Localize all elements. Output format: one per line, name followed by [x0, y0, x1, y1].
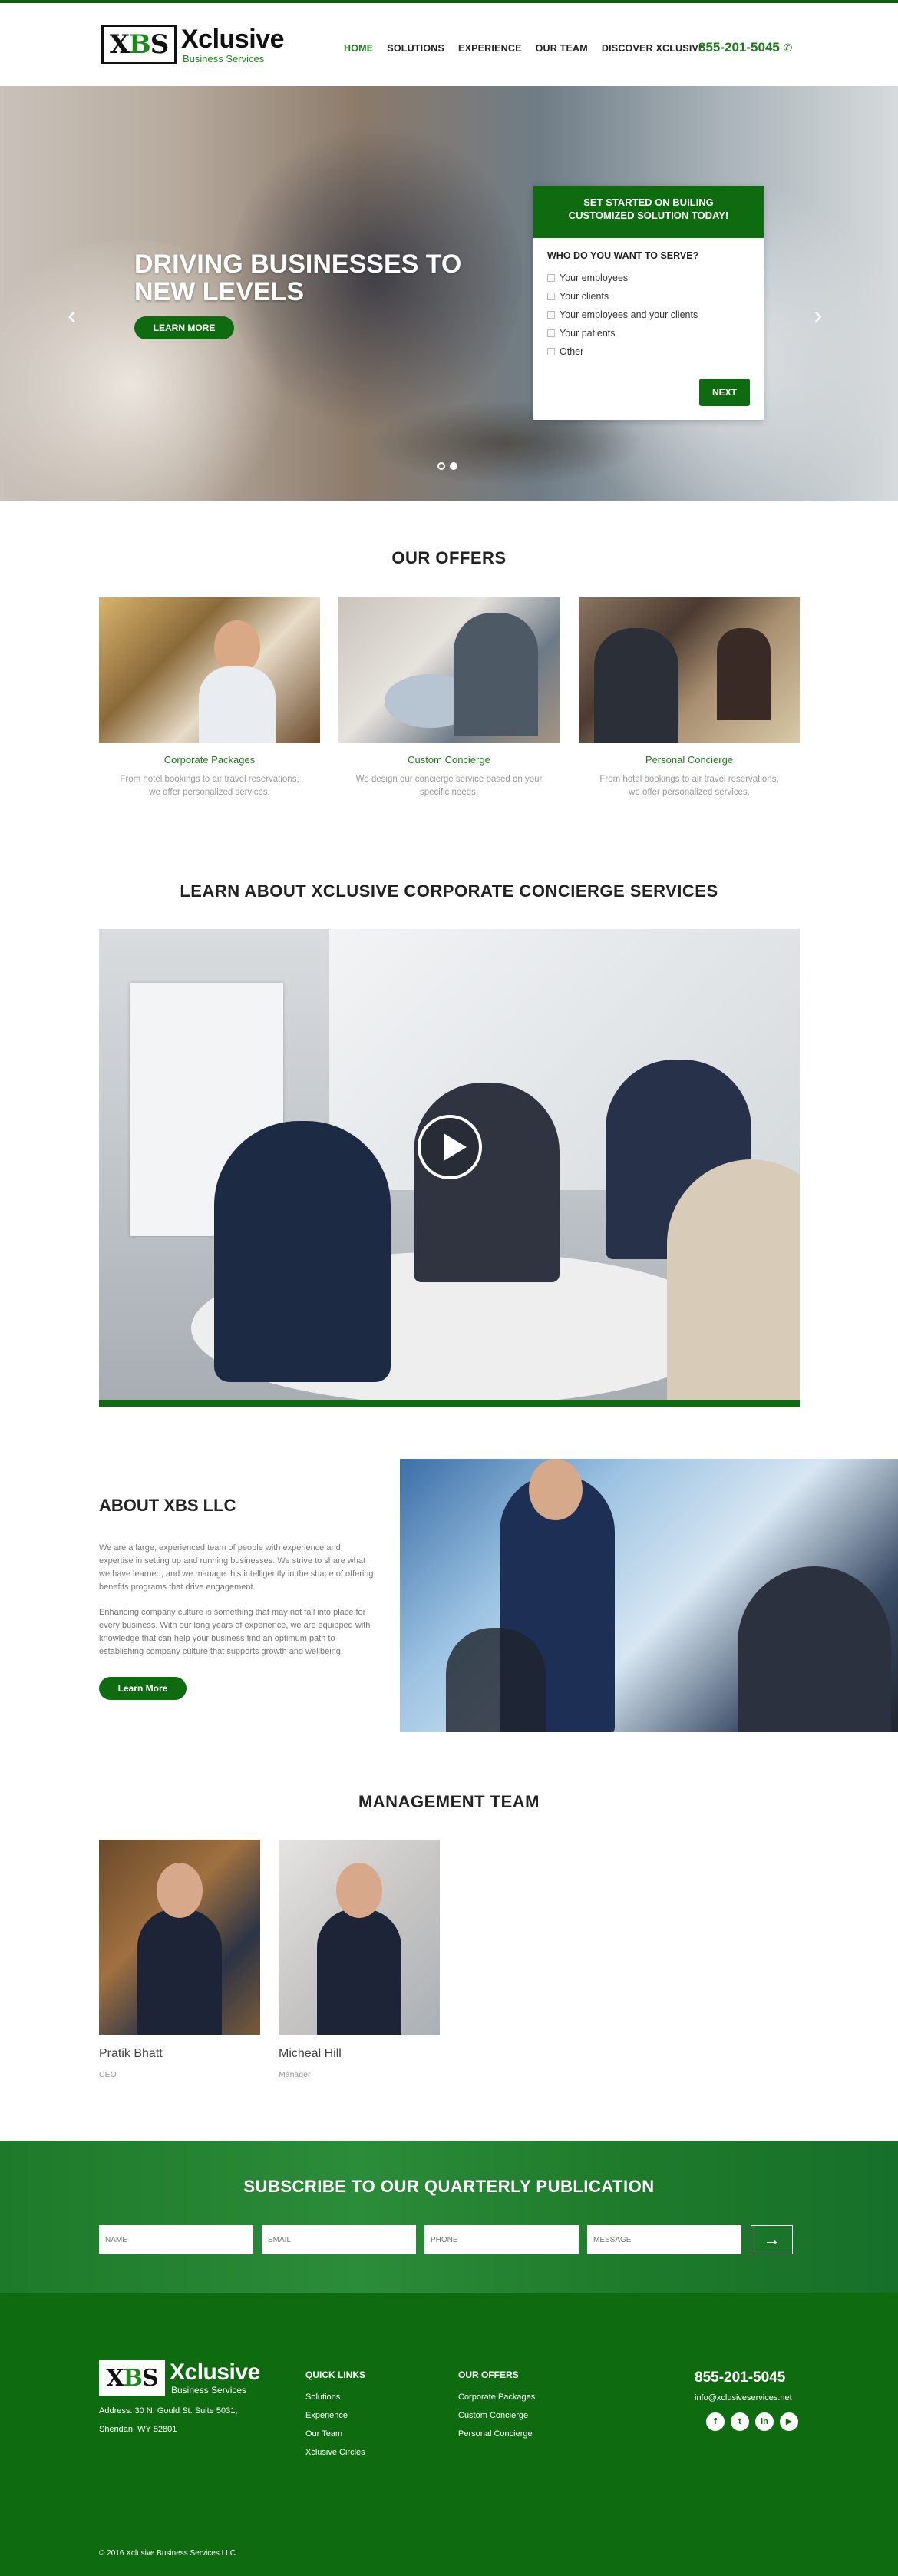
site-logo[interactable]: XBS Xclusive Business Services — [101, 25, 284, 64]
checkbox[interactable] — [547, 311, 555, 319]
footer-quick-links-title: QUICK LINKS — [305, 2369, 365, 2380]
subscribe-message-input[interactable] — [587, 2225, 741, 2254]
offer-title: Custom Concierge — [408, 754, 490, 766]
team-member-card[interactable]: Micheal Hill Manager — [279, 1840, 440, 2079]
arrow-right-icon[interactable]: → — [751, 2225, 793, 2254]
slider-dot[interactable] — [437, 462, 445, 470]
checkbox[interactable] — [547, 348, 555, 355]
option-employees[interactable]: Your employees — [533, 269, 764, 287]
site-header: XBS Xclusive Business Services HOME SOLU… — [0, 0, 898, 86]
offer-image — [579, 597, 800, 743]
site-footer: XBS Xclusive Business Services Address: … — [0, 2293, 898, 2576]
footer-phone[interactable]: 855-201-5045 — [695, 2369, 785, 2386]
team-member-name: Micheal Hill — [279, 2047, 342, 2060]
option-patients[interactable]: Your patients — [533, 324, 764, 342]
logo-tagline: Business Services — [183, 52, 265, 64]
subscribe-name-input[interactable] — [99, 2225, 253, 2254]
team-member-photo — [99, 1840, 260, 2035]
team-member-name: Pratik Bhatt — [99, 2047, 163, 2060]
footer-link-experience[interactable]: Experience — [305, 2409, 365, 2422]
facebook-icon[interactable]: f — [706, 2412, 725, 2431]
form-heading: SET STARTED ON BUILING CUSTOMIZED SOLUTI… — [533, 186, 764, 238]
video-player[interactable] — [99, 929, 800, 1407]
offer-image — [99, 597, 320, 743]
subscribe-title: SUBSCRIBE TO OUR QUARTERLY PUBLICATION — [243, 2177, 655, 2196]
team-title: MANAGEMENT TEAM — [358, 1792, 540, 1811]
footer-link-xclusive-circles[interactable]: Xclusive Circles — [305, 2446, 365, 2459]
logo-mark: XBS — [101, 25, 177, 64]
header-phone[interactable]: 855-201-5045 ✆ — [698, 40, 792, 55]
video-section-title: LEARN ABOUT XCLUSIVE CORPORATE CONCIERGE… — [180, 881, 718, 901]
about-title: ABOUT XBS LLC — [99, 1496, 236, 1515]
offer-image — [338, 597, 560, 743]
offer-desc: From hotel bookings to air travel reserv… — [120, 775, 299, 798]
footer-logo-name: Xclusive — [170, 2359, 260, 2385]
footer-quick-links: QUICK LINKS Solutions Experience Our Tea… — [305, 2369, 365, 2465]
linkedin-icon[interactable]: in — [755, 2412, 774, 2431]
footer-offers: OUR OFFERS Corporate Packages Custom Con… — [458, 2369, 535, 2446]
footer-link-corporate-packages[interactable]: Corporate Packages — [458, 2391, 535, 2404]
offer-title: Corporate Packages — [163, 754, 256, 766]
footer-address: Address: 30 N. Gould St. Suite 5031, She… — [99, 2406, 238, 2435]
phone-icon: ✆ — [783, 41, 793, 54]
form-next-button[interactable]: NEXT — [699, 379, 750, 406]
subscribe-email-input[interactable] — [262, 2225, 416, 2254]
footer-offers-title: OUR OFFERS — [458, 2369, 519, 2380]
hero-title: DRIVING BUSINESSES TO NEW LEVELS — [134, 250, 462, 306]
serve-form-card: SET STARTED ON BUILING CUSTOMIZED SOLUTI… — [533, 186, 764, 420]
team-member-photo — [279, 1840, 440, 2035]
footer-link-our-team[interactable]: Our Team — [305, 2428, 365, 2441]
checkbox[interactable] — [547, 329, 555, 337]
play-icon[interactable] — [418, 1115, 482, 1179]
team-member-role: Manager — [279, 2070, 311, 2079]
nav-experience[interactable]: EXPERIENCE — [458, 43, 522, 54]
social-links: f t in ▶ — [706, 2412, 798, 2431]
offer-title: Personal Concierge — [645, 754, 734, 766]
chevron-right-icon[interactable]: › — [814, 301, 822, 331]
offer-card-custom[interactable]: Custom Concierge We design our concierge… — [338, 597, 560, 800]
footer-logo-tagline: Business Services — [171, 2385, 247, 2396]
twitter-icon[interactable]: t — [731, 2412, 749, 2431]
hero-learn-more-button[interactable]: LEARN MORE — [134, 316, 234, 339]
slider-dots — [437, 462, 457, 470]
nav-our-team[interactable]: OUR TEAM — [536, 43, 588, 54]
option-clients[interactable]: Your clients — [533, 287, 764, 306]
nav-solutions[interactable]: SOLUTIONS — [387, 43, 444, 54]
option-employees-and-clients[interactable]: Your employees and your clients — [533, 306, 764, 324]
main-nav: HOME SOLUTIONS EXPERIENCE OUR TEAM DISCO… — [344, 43, 705, 54]
about-learn-more-button[interactable]: Learn More — [99, 1677, 187, 1700]
chevron-left-icon[interactable]: ‹ — [68, 301, 76, 331]
footer-logo-mark: XBS — [99, 2360, 165, 2396]
footer-logo[interactable]: XBS Xclusive Business Services — [99, 2360, 260, 2396]
offer-desc: From hotel bookings to air travel reserv… — [599, 775, 779, 798]
about-image — [400, 1459, 898, 1732]
team-member-card[interactable]: Pratik Bhatt CEO — [99, 1840, 260, 2079]
about-paragraph-2: Enhancing company culture is something t… — [99, 1608, 371, 1657]
checkbox[interactable] — [547, 274, 555, 282]
footer-email[interactable]: info@xclusiveservices.net — [695, 2393, 792, 2402]
offers-title: OUR OFFERS — [391, 548, 507, 567]
slider-dot-active[interactable] — [450, 462, 457, 470]
offer-card-corporate[interactable]: Corporate Packages From hotel bookings t… — [99, 597, 320, 800]
subscribe-phone-input[interactable] — [424, 2225, 579, 2254]
footer-link-personal-concierge[interactable]: Personal Concierge — [458, 2428, 535, 2441]
option-other[interactable]: Other — [533, 342, 764, 361]
team-member-role: CEO — [99, 2070, 117, 2079]
logo-name: Xclusive — [181, 24, 284, 54]
checkbox[interactable] — [547, 293, 555, 300]
hero-slider: DRIVING BUSINESSES TO NEW LEVELS LEARN M… — [0, 86, 898, 501]
header-phone-number: 855-201-5045 — [698, 40, 780, 55]
nav-home[interactable]: HOME — [344, 43, 373, 54]
form-question: WHO DO YOU WANT TO SERVE? — [547, 250, 699, 261]
subscribe-section: SUBSCRIBE TO OUR QUARTERLY PUBLICATION → — [0, 2141, 898, 2293]
footer-link-solutions[interactable]: Solutions — [305, 2391, 365, 2404]
copyright: © 2016 Xclusive Business Services LLC — [99, 2549, 236, 2558]
offer-card-personal[interactable]: Personal Concierge From hotel bookings t… — [579, 597, 800, 800]
footer-link-custom-concierge[interactable]: Custom Concierge — [458, 2409, 535, 2422]
nav-discover-xclusive[interactable]: DISCOVER XCLUSIVE — [602, 43, 705, 54]
about-paragraph-1: We are a large, experienced team of peop… — [99, 1543, 374, 1592]
offer-desc: We design our concierge service based on… — [355, 775, 543, 798]
youtube-icon[interactable]: ▶ — [780, 2412, 798, 2431]
